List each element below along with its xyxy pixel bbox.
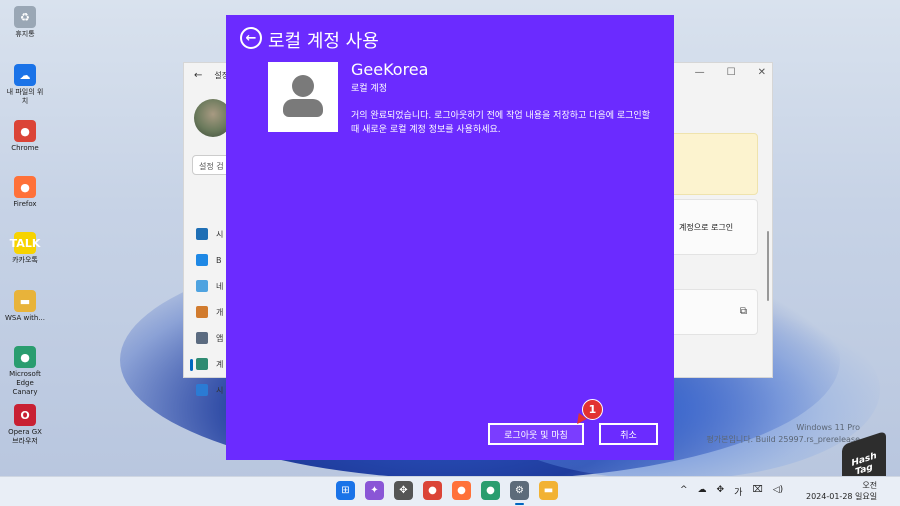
app-icon: ♻ (14, 6, 36, 28)
nav-icon (196, 358, 208, 370)
watermark-line-2: 평가본입니다. Build 25997.rs_prerelease (706, 435, 860, 444)
avatar-head-icon (292, 75, 314, 97)
tray-icon[interactable]: ✥ (717, 485, 725, 498)
settings-nav-item[interactable]: 계 (189, 351, 224, 377)
nav-label: 개 (216, 307, 224, 317)
nav-label: 계 (216, 359, 224, 369)
settings-nav-item[interactable]: 시 (196, 221, 223, 247)
app-icon: TALK (10, 232, 40, 254)
desktop-icon-label: 카카오톡 (12, 256, 38, 264)
settings-nav-item[interactable]: 개 (196, 299, 223, 325)
tray-icon[interactable]: ◁) (773, 485, 783, 498)
clock-date: 2024-01-28 일요일 (806, 492, 878, 501)
system-tray: ^ ☁ ✥ 가 ⌧ ◁) (680, 485, 783, 498)
desktop-icon[interactable]: ☁ 내 파일의 위치 (4, 64, 46, 106)
desktop-icon-label: Opera GX 브라우저 (8, 428, 42, 445)
nav-icon (196, 332, 208, 344)
local-account-dialog: ← 로컬 계정 사용 GeeKorea 로컬 계정 거의 완료되었습니다. 로그… (226, 15, 674, 460)
desktop-icon[interactable]: ● Chrome (4, 120, 46, 153)
evaluation-watermark: Windows 11 Pro 평가본입니다. Build 25997.rs_pr… (706, 422, 860, 446)
desktop-icon[interactable]: ● Microsoft Edge Canary (4, 346, 46, 397)
nav-label: 시 (216, 385, 224, 395)
desktop-icon[interactable]: ● Firefox (4, 176, 46, 209)
app-icon: ▬ (14, 290, 36, 312)
nav-icon (196, 254, 208, 266)
nav-label: 앱 (216, 333, 224, 343)
cancel-button[interactable]: 취소 (599, 423, 658, 445)
desktop-icon[interactable]: O Opera GX 브라우저 (4, 404, 46, 446)
taskbar: ⊞ ✦ ✥ ● ● ● ⚙ ▬ ^ ☁ ✥ 가 ⌧ ◁) 오전 2024-01-28 일요일 (0, 476, 900, 506)
settings-icon[interactable]: ⚙ (510, 481, 529, 505)
login-with-account-link[interactable]: 계정으로 로그인 (679, 222, 733, 233)
tray-icon[interactable]: ^ (680, 485, 688, 498)
desktop-icon-label: Firefox (13, 200, 37, 208)
tray-icon[interactable]: 가 (734, 485, 742, 498)
nav-label: 네 (216, 281, 224, 291)
app-icon: O (14, 404, 36, 426)
chrome-icon[interactable]: ● (423, 481, 442, 500)
tray-icon[interactable]: ⌧ (752, 485, 762, 498)
app-icon: ● (14, 176, 36, 198)
taskbar-clock[interactable]: 오전 2024-01-28 일요일 (806, 480, 877, 502)
desktop-icon-label: Chrome (11, 144, 39, 152)
settings-nav-item[interactable]: 네 (196, 273, 223, 299)
settings-nav-item[interactable]: 앱 (196, 325, 223, 351)
start-icon[interactable]: ⊞ (336, 481, 355, 500)
copilot-icon[interactable]: ✦ (365, 481, 384, 500)
nav-icon (196, 384, 208, 396)
desktop-icon[interactable]: TALK 카카오톡 (4, 232, 46, 265)
user-avatar-placeholder (268, 62, 338, 132)
close-icon[interactable]: ✕ (758, 67, 766, 78)
avatar-body-icon (283, 99, 323, 117)
app-icon: ● (14, 346, 36, 368)
desktop-icon-label: WSA with... (4, 314, 46, 322)
nav-icon (196, 306, 208, 318)
app-icon: ☁ (14, 64, 36, 86)
desktop-icon-label: Microsoft Edge Canary (9, 370, 41, 396)
nav-icon (196, 228, 208, 240)
link-card[interactable]: ⧉ (670, 289, 758, 335)
explorer-icon[interactable]: ▬ (539, 481, 558, 500)
back-arrow-icon[interactable]: ← (194, 70, 202, 81)
settings-nav: 시B네개앱계시 (189, 221, 224, 403)
dialog-title: 로컬 계정 사용 (268, 31, 379, 52)
minimize-icon[interactable]: — (695, 67, 705, 78)
dialog-message: 거의 완료되었습니다. 로그아웃하기 전에 작업 내용을 저장하고 다음에 로그… (351, 111, 650, 135)
account-type: 로컬 계정 (351, 84, 387, 94)
back-circle-icon[interactable]: ← (240, 27, 262, 49)
desktop-icon[interactable]: ▬ WSA with... (4, 290, 46, 323)
edge-icon[interactable]: ● (481, 481, 500, 500)
firefox-icon[interactable]: ● (452, 481, 471, 500)
watermark-line-1: Windows 11 Pro (796, 423, 860, 432)
desktop-icon-label: 내 파일의 위치 (6, 88, 44, 105)
desktop-icon-label: 휴지통 (15, 30, 35, 38)
tray-icon[interactable]: ☁ (698, 485, 707, 498)
settings-nav-item[interactable]: B (196, 247, 223, 273)
clock-time: 오전 (862, 481, 878, 490)
taskbar-apps: ⊞ ✦ ✥ ● ● ● ⚙ ▬ (336, 481, 558, 505)
nav-label: B (216, 255, 222, 265)
info-card (670, 133, 758, 195)
desktop-icon[interactable]: ♻ 휴지통 (4, 6, 46, 39)
scrollbar[interactable] (767, 231, 769, 301)
nav-icon (196, 280, 208, 292)
settings-nav-item[interactable]: 시 (196, 377, 223, 403)
app-icon: ● (14, 120, 36, 142)
maximize-icon[interactable]: ☐ (727, 67, 736, 78)
login-card[interactable]: 계정으로 로그인 (670, 199, 758, 255)
window-controls: — ☐ ✕ (695, 67, 766, 78)
taskview-icon[interactable]: ✥ (394, 481, 413, 500)
signout-and-finish-button[interactable]: 로그아웃 및 마침 (488, 423, 584, 445)
username: GeeKorea (351, 60, 429, 79)
external-link-icon[interactable]: ⧉ (740, 306, 747, 317)
nav-label: 시 (216, 229, 224, 239)
